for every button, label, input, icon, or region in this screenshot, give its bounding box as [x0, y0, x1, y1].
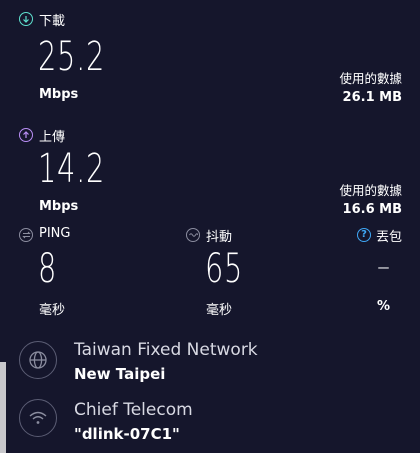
upload-arrow-icon: [19, 128, 33, 142]
connection-network-name: "dlink-07C1": [74, 425, 180, 443]
wifi-icon: [19, 399, 57, 437]
download-data-used-label: 使用的數據: [339, 71, 402, 86]
download-label: 下載: [39, 14, 66, 29]
packet-loss-value: –: [377, 252, 390, 282]
ping-value: 8: [38, 246, 58, 292]
jitter-unit: 毫秒: [206, 303, 233, 318]
download-speed-value: 25.2: [38, 34, 106, 80]
jitter-label: 抖動: [206, 230, 233, 245]
download-data-used-value: 26.1 MB: [342, 90, 402, 105]
upload-label: 上傳: [39, 130, 66, 145]
ping-unit: 毫秒: [39, 303, 66, 318]
ping-label: PING: [39, 226, 71, 241]
server-location: New Taipei: [74, 365, 166, 383]
upload-data-used-value: 16.6 MB: [342, 202, 402, 217]
download-arrow-icon: [19, 12, 33, 26]
packet-loss-unit: %: [377, 299, 391, 314]
download-speed-unit: Mbps: [39, 87, 79, 102]
side-drawer-edge: [0, 362, 6, 453]
globe-icon: [19, 341, 57, 379]
jitter-icon: [186, 228, 200, 242]
packet-loss-label: 丟包: [376, 230, 403, 245]
upload-speed-value: 14.2: [38, 146, 106, 192]
upload-data-used-label: 使用的數據: [339, 183, 402, 198]
download-data-used: 使用的數據 26.1 MB: [339, 68, 402, 105]
jitter-value: 65: [205, 246, 244, 292]
server-provider-name: Taiwan Fixed Network: [74, 340, 258, 360]
ping-icon: [19, 228, 33, 242]
help-icon[interactable]: ?: [357, 228, 371, 242]
upload-data-used: 使用的數據 16.6 MB: [339, 180, 402, 217]
connection-provider-name: Chief Telecom: [74, 400, 193, 420]
upload-speed-unit: Mbps: [39, 199, 79, 214]
